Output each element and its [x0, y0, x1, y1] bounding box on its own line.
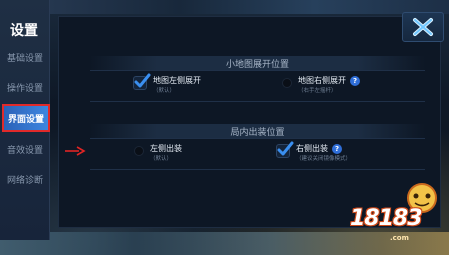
close-x-icon: [413, 18, 433, 36]
watermark-text: 18183: [350, 206, 423, 231]
unchecked-dot[interactable]: [134, 146, 144, 156]
check-icon: [134, 73, 151, 88]
option-map-right[interactable]: 地图右侧展开? （右手左摇杆）: [282, 76, 360, 95]
option-label: 右侧出装: [296, 144, 328, 153]
sidebar-item-sound[interactable]: 音效设置: [0, 136, 50, 162]
checkbox-checked[interactable]: [276, 141, 294, 158]
option-label: 地图左侧展开: [153, 76, 201, 85]
option-label: 地图右侧展开: [298, 76, 346, 85]
minimap-section-header: 小地图展开位置: [90, 56, 425, 70]
help-icon[interactable]: ?: [332, 144, 342, 154]
option-map-left[interactable]: 地图左侧展开 （默认）: [133, 73, 201, 95]
option-equip-right[interactable]: 右侧出装? （建议关闭镜像模式）: [276, 141, 352, 163]
watermark-sub: .com: [390, 234, 409, 242]
sidebar-item-interface[interactable]: 界面设置: [2, 104, 50, 132]
top-scene-strip: [0, 0, 449, 14]
option-sublabel: （默认）: [150, 156, 173, 162]
sidebar-item-basic[interactable]: 基础设置: [0, 44, 50, 70]
option-equip-left[interactable]: 左侧出装 （默认）: [134, 144, 182, 163]
settings-sidebar: 设置 基础设置 操作设置 界面设置 音效设置 网络诊断: [0, 0, 50, 240]
help-icon[interactable]: ?: [350, 76, 360, 86]
red-arrow-icon: [65, 146, 86, 156]
option-sublabel: （默认）: [153, 88, 176, 94]
settings-title: 设置: [10, 23, 38, 39]
close-button[interactable]: [402, 12, 444, 42]
equip-section-header: 局内出装位置: [90, 124, 425, 138]
site-watermark-logo: 18183 .com: [350, 183, 446, 250]
unchecked-dot[interactable]: [282, 78, 292, 88]
option-sublabel: （建议关闭镜像模式）: [296, 156, 352, 162]
option-sublabel: （右手左摇杆）: [298, 88, 337, 94]
sidebar-item-network[interactable]: 网络诊断: [0, 166, 50, 192]
option-label: 左侧出装: [150, 144, 182, 153]
check-icon: [277, 141, 294, 156]
sidebar-item-controls[interactable]: 操作设置: [0, 74, 50, 100]
checkbox-checked[interactable]: [133, 73, 151, 90]
